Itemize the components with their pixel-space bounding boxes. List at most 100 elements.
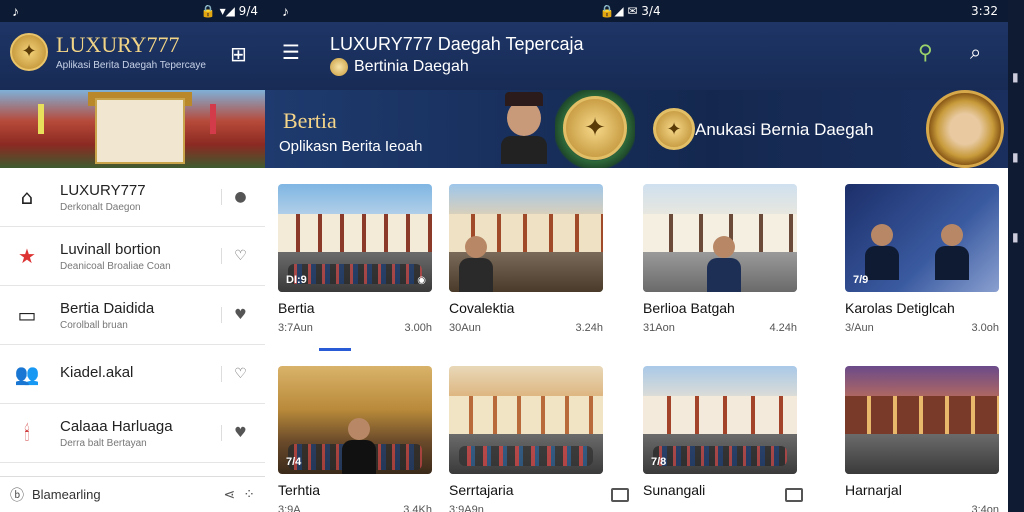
brand-name: LUXURY777 (56, 32, 180, 57)
card-duration: 4.24h (769, 322, 797, 334)
sidebar-item-bertia[interactable]: ▭ Bertia Daidida Corolball bruan ♥ (0, 286, 265, 345)
sidebar-list: ⌂ LUXURY777 Derkonalt Daegon ● ★ Luvinal… (0, 168, 265, 463)
hero-banner[interactable]: Bertia Oplikasn Berita Ieoah ✦ ✦ Anukasi… (265, 90, 1008, 168)
card-title: Karolas Detiglcah (845, 300, 955, 316)
garuda-emblem-icon: ✦ (563, 96, 627, 160)
heart-icon[interactable]: ♥ (221, 425, 251, 441)
card-badge: 7/8 (651, 456, 667, 468)
card-title: Sunangali (643, 482, 706, 498)
status-bar-right: ♪ 🔒◢ ✉ 3/4 3:32 (270, 0, 1010, 22)
card-meta: 30Aun 3.24h (449, 322, 603, 334)
news-card[interactable]: 7/9 Karolas Detiglcah 3/Aun 3.0oh (845, 184, 999, 334)
card-time: 3:7Aun (278, 322, 313, 334)
play-icon: ◉ (417, 275, 426, 286)
sidebar-item-sub: Corolball bruan (60, 319, 128, 331)
heart-icon[interactable]: ♥ (221, 307, 251, 323)
card-meta: 3:9A9n (449, 504, 603, 512)
card-meta: 3:7Aun 3.00h (278, 322, 432, 334)
card-thumbnail (449, 184, 603, 292)
card-badge: DI:9 (286, 274, 307, 286)
comment-icon[interactable] (611, 488, 629, 502)
coin-emblem-icon: ✦ (653, 108, 695, 150)
card-badge: 7/4 (286, 456, 302, 468)
edge-marker-icon: ▮ (1012, 230, 1019, 244)
news-card[interactable]: Serrtajaria 3:9A9n (449, 366, 629, 512)
footer-label: Blamearling (32, 487, 101, 502)
logo-emblem: ✦ (10, 32, 48, 71)
news-card[interactable]: Berlioa Batgah 31Aon 4.24h (643, 184, 797, 334)
sidebar-item-title: LUXURY777 (60, 181, 146, 199)
portrait-medallion (926, 90, 1004, 168)
brand-tagline: Aplikasi Berita Daegah Tepercaye (56, 60, 206, 71)
card-badge: 7/9 (853, 274, 869, 286)
search-icon[interactable]: ⌕ (970, 40, 981, 64)
status-bar-left: ♪ 🔒 ▾◢ 9/4 (0, 0, 270, 22)
news-card[interactable]: 7/4 Terhtia 3:9A 3.4Kh (278, 366, 432, 512)
sidebar-item-luxury777[interactable]: ⌂ LUXURY777 Derkonalt Daegon ● (0, 168, 265, 227)
card-time: 30Aun (449, 322, 481, 334)
card-time: 31Aon (643, 322, 675, 334)
comment-icon[interactable] (785, 488, 803, 502)
tiktok-icon: ♪ (12, 3, 19, 19)
card-thumbnail (643, 184, 797, 292)
sidebar-item-luvinall[interactable]: ★ Luvinall bortion Deanicoal Broaliae Co… (0, 227, 265, 286)
news-card[interactable]: Harnarjal 3:4on (845, 366, 999, 512)
card-thumbnail: 7/4 (278, 366, 432, 474)
news-card[interactable]: Covalektia 30Aun 3.24h (449, 184, 603, 334)
card-duration: 3.0oh (971, 322, 999, 334)
more-icon[interactable]: ⁘ (243, 487, 255, 503)
card-meta: 31Aon 4.24h (643, 322, 797, 334)
sidebar-hero-image (0, 90, 265, 168)
card-duration: 3:4on (971, 504, 999, 512)
share-icon[interactable]: ⋖ (224, 487, 236, 503)
heart-icon[interactable]: ♡ (221, 248, 251, 264)
sidebar-item-title: Luvinall bortion (60, 240, 161, 258)
sidebar-item-kiadel[interactable]: 👥 Kiadel.akal ♡ (0, 345, 265, 404)
side-edge-bar: ▮ ▮ ▮ (1008, 0, 1024, 512)
status-icons: 🔒◢ ✉ 3/4 (599, 4, 661, 18)
sidebar-item-title: Calaaa Harluaga (60, 417, 173, 435)
card-title: Harnarjal (845, 482, 902, 498)
card-time: 3:9A9n (449, 504, 484, 512)
edge-marker-icon: ▮ (1012, 150, 1019, 164)
brand[interactable]: ✦ LUXURY777 Aplikasi Berita Daegah Teper… (10, 32, 206, 71)
card-duration: 3.4Kh (403, 504, 432, 512)
card-title: Serrtajaria (449, 482, 514, 498)
status-time: 3:32 (971, 4, 998, 18)
card-meta: 3/Aun 3.0oh (845, 322, 999, 334)
hamburger-menu-icon[interactable]: ☰ (282, 40, 300, 64)
card-thumbnail: 7/8 (643, 366, 797, 474)
news-card[interactable]: DI:9 ◉ Bertia 3:7Aun 3.00h (278, 184, 432, 334)
building-icon: ⌂ (20, 185, 34, 209)
info-circle-icon[interactable]: ⓑ (10, 485, 24, 505)
card-title: Terhtia (278, 482, 321, 498)
card-thumbnail (845, 366, 999, 474)
card-thumbnail: DI:9 ◉ (278, 184, 432, 292)
user-search-icon[interactable]: ⚲ (918, 40, 933, 64)
card-duration: 3.24h (575, 322, 603, 334)
sidebar-item-sub: Derkonalt Daegon (60, 201, 141, 213)
sidebar-footer: ⓑ Blamearling ⋖ ⁘ (0, 476, 265, 512)
card-title: Berlioa Batgah (643, 300, 735, 316)
news-card[interactable]: 7/8 Sunangali (643, 366, 803, 504)
card-time: 3:9A (278, 504, 301, 512)
square-icon: ▭ (17, 303, 37, 327)
card-thumbnail (449, 366, 603, 474)
card-time: 3/Aun (845, 322, 874, 334)
card-meta: 3:9A 3.4Kh (278, 504, 432, 512)
page-title: LUXURY777 Daegah Tepercaja (330, 34, 584, 54)
star-icon: ★ (18, 244, 36, 268)
heart-icon[interactable]: ♡ (221, 366, 251, 382)
sidebar: ⌂ LUXURY777 Derkonalt Daegon ● ★ Luvinal… (0, 90, 265, 512)
sidebar-item-calaaa[interactable]: 🕯 Calaaa Harluaga Derra balt Bertayan ♥ (0, 404, 265, 463)
card-title: Covalektia (449, 300, 515, 316)
card-thumbnail: 7/9 (845, 184, 999, 292)
grid-menu-icon[interactable]: ⊞ (230, 42, 247, 66)
coin-icon (330, 58, 348, 76)
active-tab-indicator (319, 348, 351, 351)
page-subtitle: Bertinia Daegah (330, 58, 469, 76)
sidebar-item-sub: Derra balt Bertayan (60, 437, 147, 449)
dot-icon[interactable]: ● (221, 189, 251, 205)
tiktok-icon: ♪ (282, 3, 289, 19)
banner-subtitle: Oplikasn Berita Ieoah (279, 138, 423, 155)
